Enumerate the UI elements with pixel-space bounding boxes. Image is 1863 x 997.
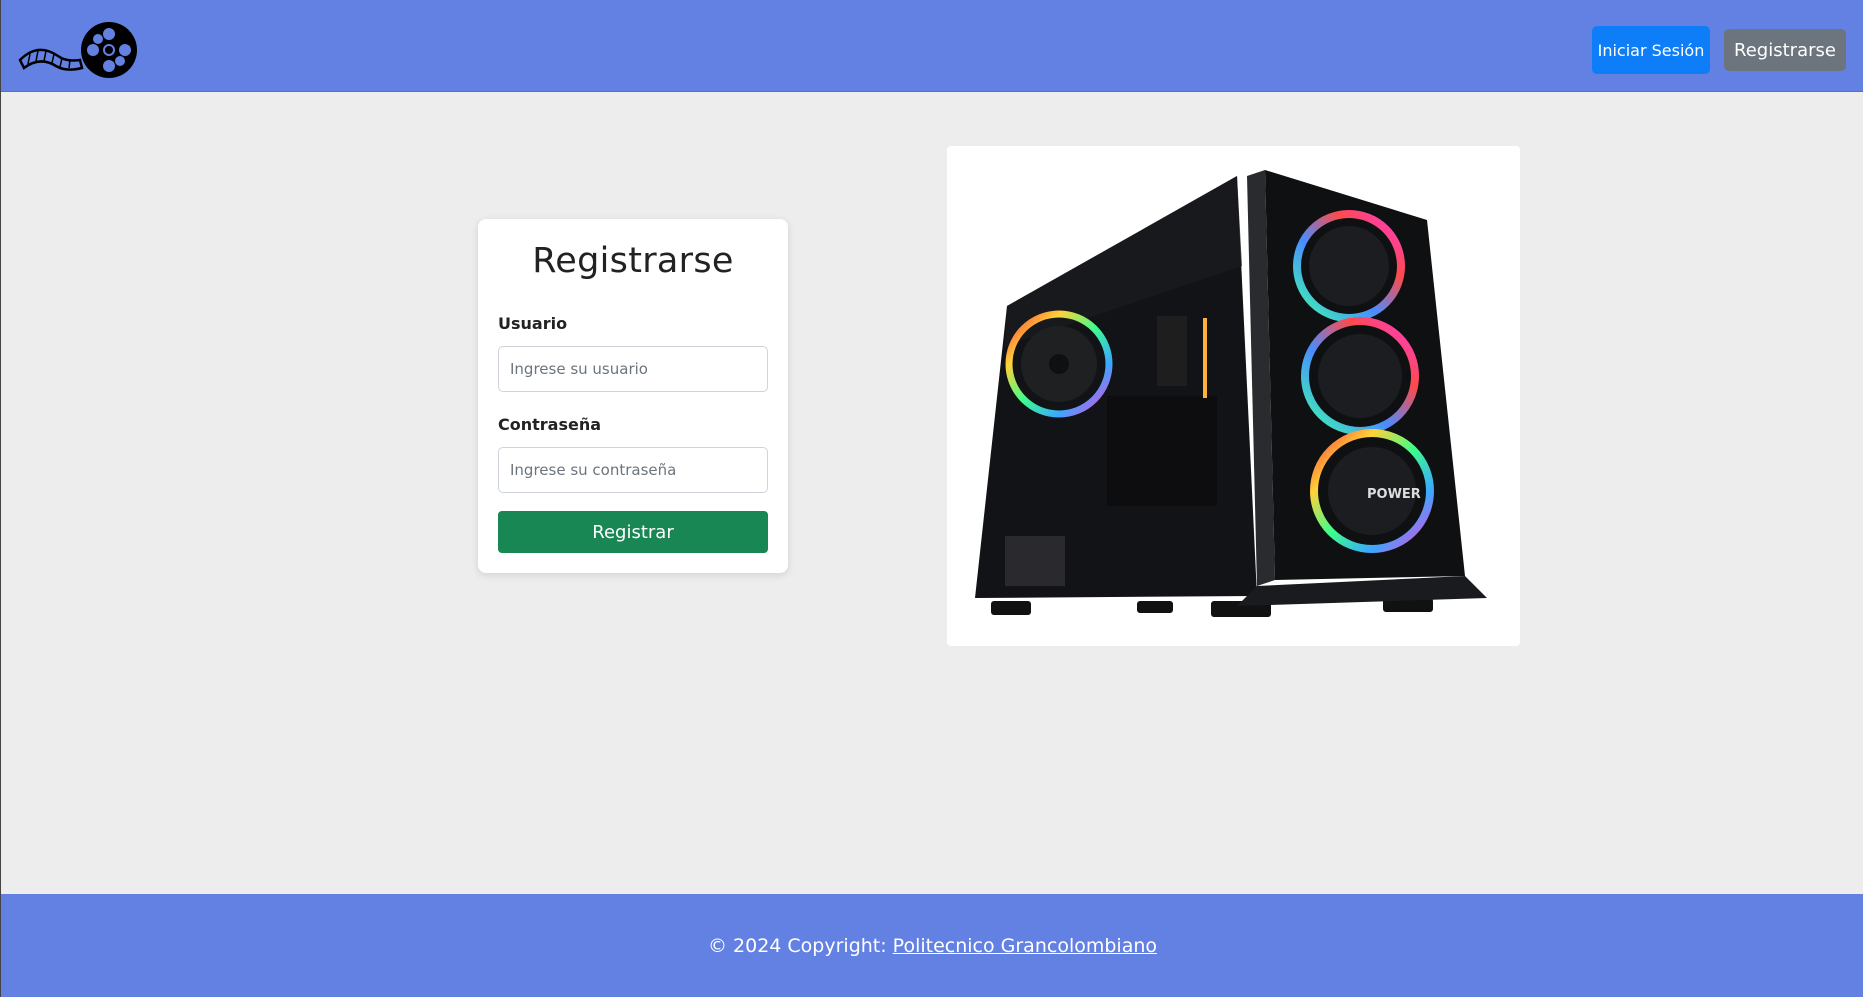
copyright-text: © 2024 Copyright: bbox=[707, 934, 887, 957]
pc-case-image: POWER bbox=[975, 170, 1487, 617]
password-input[interactable] bbox=[498, 447, 768, 493]
username-label: Usuario bbox=[498, 314, 568, 333]
case-brand-badge: POWER bbox=[1367, 487, 1421, 502]
register-form-card: Registrarse Usuario Contraseña Registrar bbox=[478, 219, 788, 573]
product-image-panel: POWER bbox=[947, 146, 1520, 646]
navbar: Iniciar Sesión Registrarse bbox=[1, 0, 1863, 92]
footer: © 2024 Copyright: Politecnico Grancolomb… bbox=[1, 894, 1863, 997]
username-input[interactable] bbox=[498, 346, 768, 392]
login-button[interactable]: Iniciar Sesión bbox=[1592, 26, 1710, 74]
password-label: Contraseña bbox=[498, 415, 602, 434]
film-reel-logo-icon[interactable] bbox=[18, 20, 140, 80]
register-nav-button[interactable]: Registrarse bbox=[1724, 29, 1846, 71]
form-title: Registrarse bbox=[532, 241, 734, 281]
institution-link[interactable]: Politecnico Grancolombiano bbox=[893, 935, 1157, 957]
register-submit-button[interactable]: Registrar bbox=[498, 511, 768, 553]
